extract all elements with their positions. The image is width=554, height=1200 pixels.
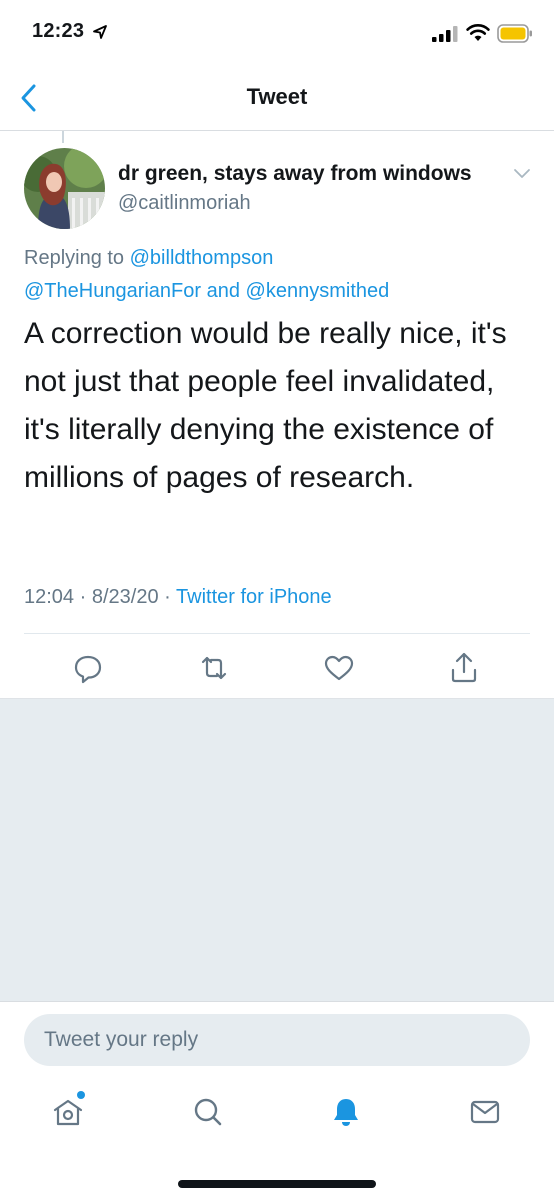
display-name[interactable]: dr green, stays away from windows — [118, 162, 472, 186]
reply-icon — [74, 655, 102, 684]
replying-to: Replying to @billdthompson @TheHungarian… — [24, 242, 534, 308]
replies-area — [0, 698, 554, 1001]
tweet-metadata: 12:04 · 8/23/20 · Twitter for iPhone — [24, 586, 332, 609]
divider — [24, 633, 530, 634]
retweet-button[interactable] — [194, 648, 234, 688]
page-title: Tweet — [246, 84, 308, 109]
status-bar: 12:23 — [0, 0, 554, 66]
user-handle[interactable]: @caitlinmoriah — [118, 192, 251, 215]
like-icon — [324, 655, 354, 681]
like-button[interactable] — [319, 648, 359, 688]
tab-bar — [0, 1080, 554, 1200]
tab-messages[interactable] — [465, 1092, 505, 1132]
signal-icon — [432, 26, 458, 42]
share-icon — [451, 652, 477, 683]
location-arrow-icon — [93, 25, 107, 39]
tweet-text: A correction would be really nice, it's … — [24, 317, 507, 494]
meta-separator: · — [164, 586, 171, 608]
thread-connector — [62, 131, 64, 143]
mention-joiner: and — [201, 280, 246, 302]
reply-bar: Tweet your reply — [0, 1001, 554, 1080]
retweet-icon — [201, 656, 227, 680]
tab-home[interactable] — [48, 1091, 88, 1132]
avatar[interactable] — [24, 148, 105, 229]
meta-separator: · — [79, 586, 87, 608]
reply-placeholder: Tweet your reply — [44, 1028, 199, 1051]
search-icon — [194, 1098, 222, 1126]
notifications-icon — [334, 1099, 358, 1126]
tweet-source-link[interactable]: Twitter for iPhone — [176, 586, 332, 608]
reply-button[interactable] — [68, 648, 108, 688]
mention-link[interactable]: @billdthompson — [130, 247, 274, 269]
wifi-icon — [466, 24, 490, 41]
mention-link[interactable]: @kennysmithed — [246, 280, 390, 302]
avatar-image — [24, 148, 105, 229]
tab-notifications[interactable] — [326, 1092, 366, 1132]
chevron-down-icon[interactable] — [512, 166, 532, 180]
reply-input[interactable]: Tweet your reply — [24, 1014, 530, 1066]
replying-prefix: Replying to — [24, 247, 130, 269]
tab-search[interactable] — [188, 1092, 228, 1132]
status-time: 12:23 — [32, 20, 85, 42]
notification-dot — [77, 1091, 85, 1099]
tweet-actions — [0, 646, 554, 692]
mention-link[interactable]: @TheHungarianFor — [24, 280, 201, 302]
tweet-date: 8/23/20 — [91, 586, 159, 608]
tweet-time: 12:04 — [24, 586, 75, 608]
navigation-bar: Tweet — [0, 66, 554, 131]
share-button[interactable] — [444, 648, 484, 688]
home-indicator — [178, 1180, 376, 1188]
battery-icon — [497, 24, 532, 43]
messages-icon — [470, 1100, 500, 1124]
